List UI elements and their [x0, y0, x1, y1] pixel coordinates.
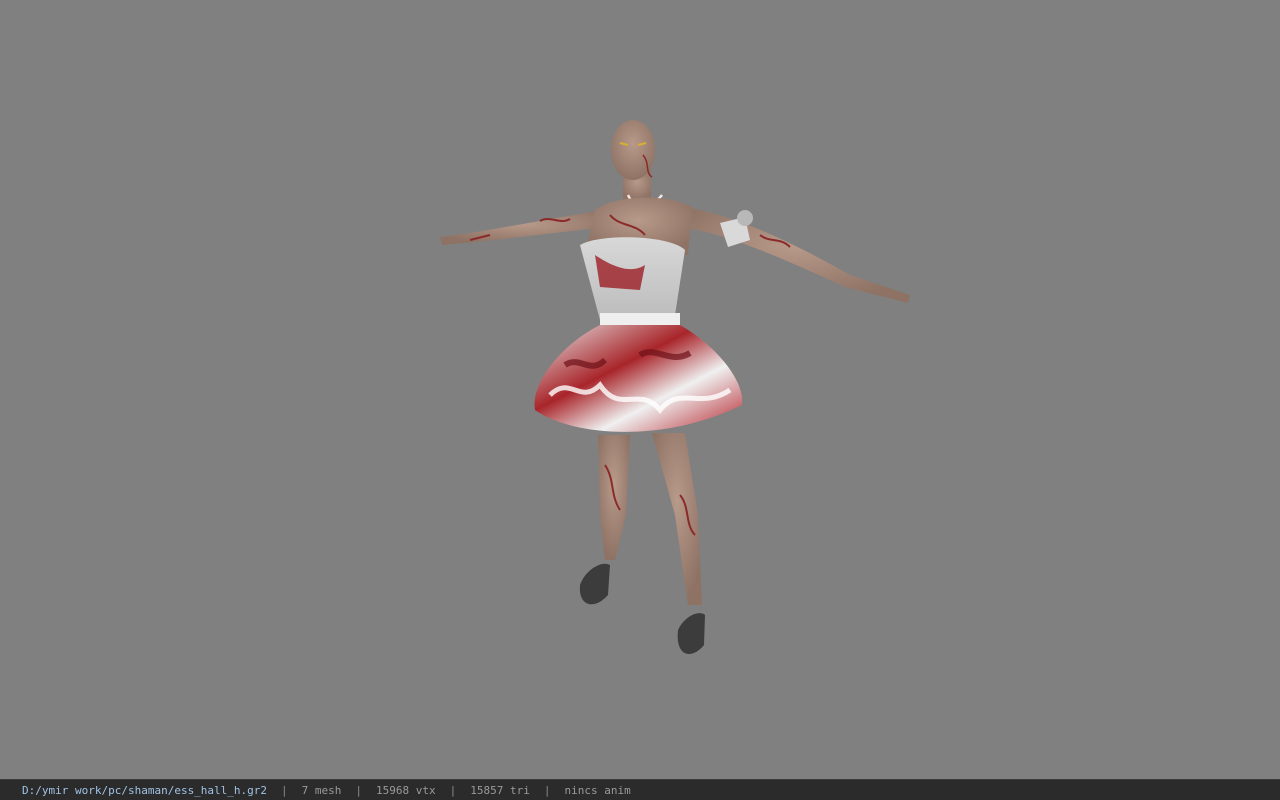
vertex-count: 15968 vtx [376, 783, 436, 797]
separator: | [449, 783, 457, 797]
file-path: D:/ymir work/pc/shaman/ess_hall_h.gr2 [22, 783, 268, 797]
status-bar: D:/ymir work/pc/shaman/ess_hall_h.gr2 | … [0, 779, 1280, 800]
separator: | [281, 783, 288, 797]
separator: | [543, 783, 551, 797]
animation-status: nincs anim [564, 783, 631, 797]
triangle-count: 15857 tri [470, 783, 530, 797]
separator: | [355, 783, 363, 797]
3d-viewport[interactable] [0, 0, 1280, 779]
mesh-count: 7 mesh [301, 783, 342, 797]
character-model-icon [440, 120, 910, 654]
